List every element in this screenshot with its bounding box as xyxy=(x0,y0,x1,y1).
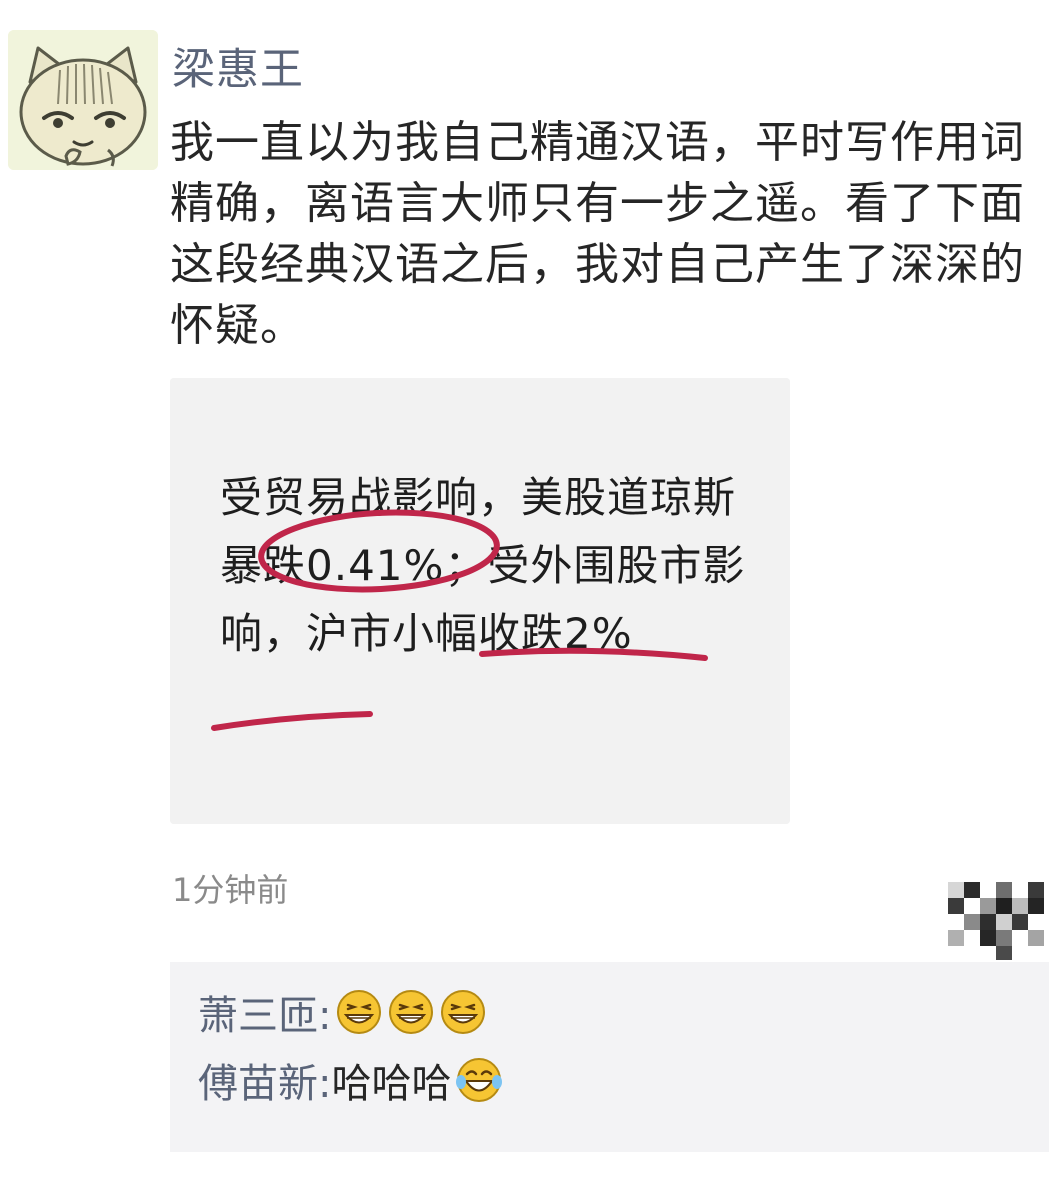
comment-text: 哈哈哈 xyxy=(331,1061,452,1107)
cartoon-cat-avatar-icon xyxy=(8,30,158,170)
comments-section: 萧三匝: 傅苗新: 哈哈哈 xyxy=(170,962,1049,1152)
grin-emoji-icon xyxy=(441,990,486,1034)
post-author-name[interactable]: 梁惠王 xyxy=(172,44,304,96)
post-time: 1分钟前 xyxy=(172,871,289,909)
post-text: 我一直以为我自己精通汉语，平时写作用词精确，离语言大师只有一步之遥。看了下面这段… xyxy=(170,117,1025,351)
commenter-name[interactable]: 傅苗新: xyxy=(198,1051,331,1109)
attached-image-text: 受贸易战影响，美股道琼斯暴跌0.41%；受外围股市影响，沪市小幅收跌2% xyxy=(220,473,746,658)
commenter-name[interactable]: 萧三匝: xyxy=(198,983,331,1041)
moments-screen: 梁惠王 我一直以为我自己精通汉语，平时写作用词精确，离语言大师只有一步之遥。看了… xyxy=(0,0,1049,1177)
grin-emoji-icon xyxy=(389,990,434,1034)
comment-item[interactable]: 傅苗新: 哈哈哈 xyxy=(198,1050,503,1110)
laugh-tears-emoji-icon xyxy=(456,1058,503,1102)
avatar[interactable] xyxy=(8,30,158,170)
comment-item[interactable]: 萧三匝: xyxy=(198,982,487,1042)
grin-emoji-icon xyxy=(337,990,382,1034)
pixelated-more-icon xyxy=(948,882,1044,960)
attached-image[interactable]: 受贸易战影响，美股道琼斯暴跌0.41%；受外围股市影响，沪市小幅收跌2% xyxy=(170,378,790,824)
more-button[interactable] xyxy=(948,868,1048,964)
